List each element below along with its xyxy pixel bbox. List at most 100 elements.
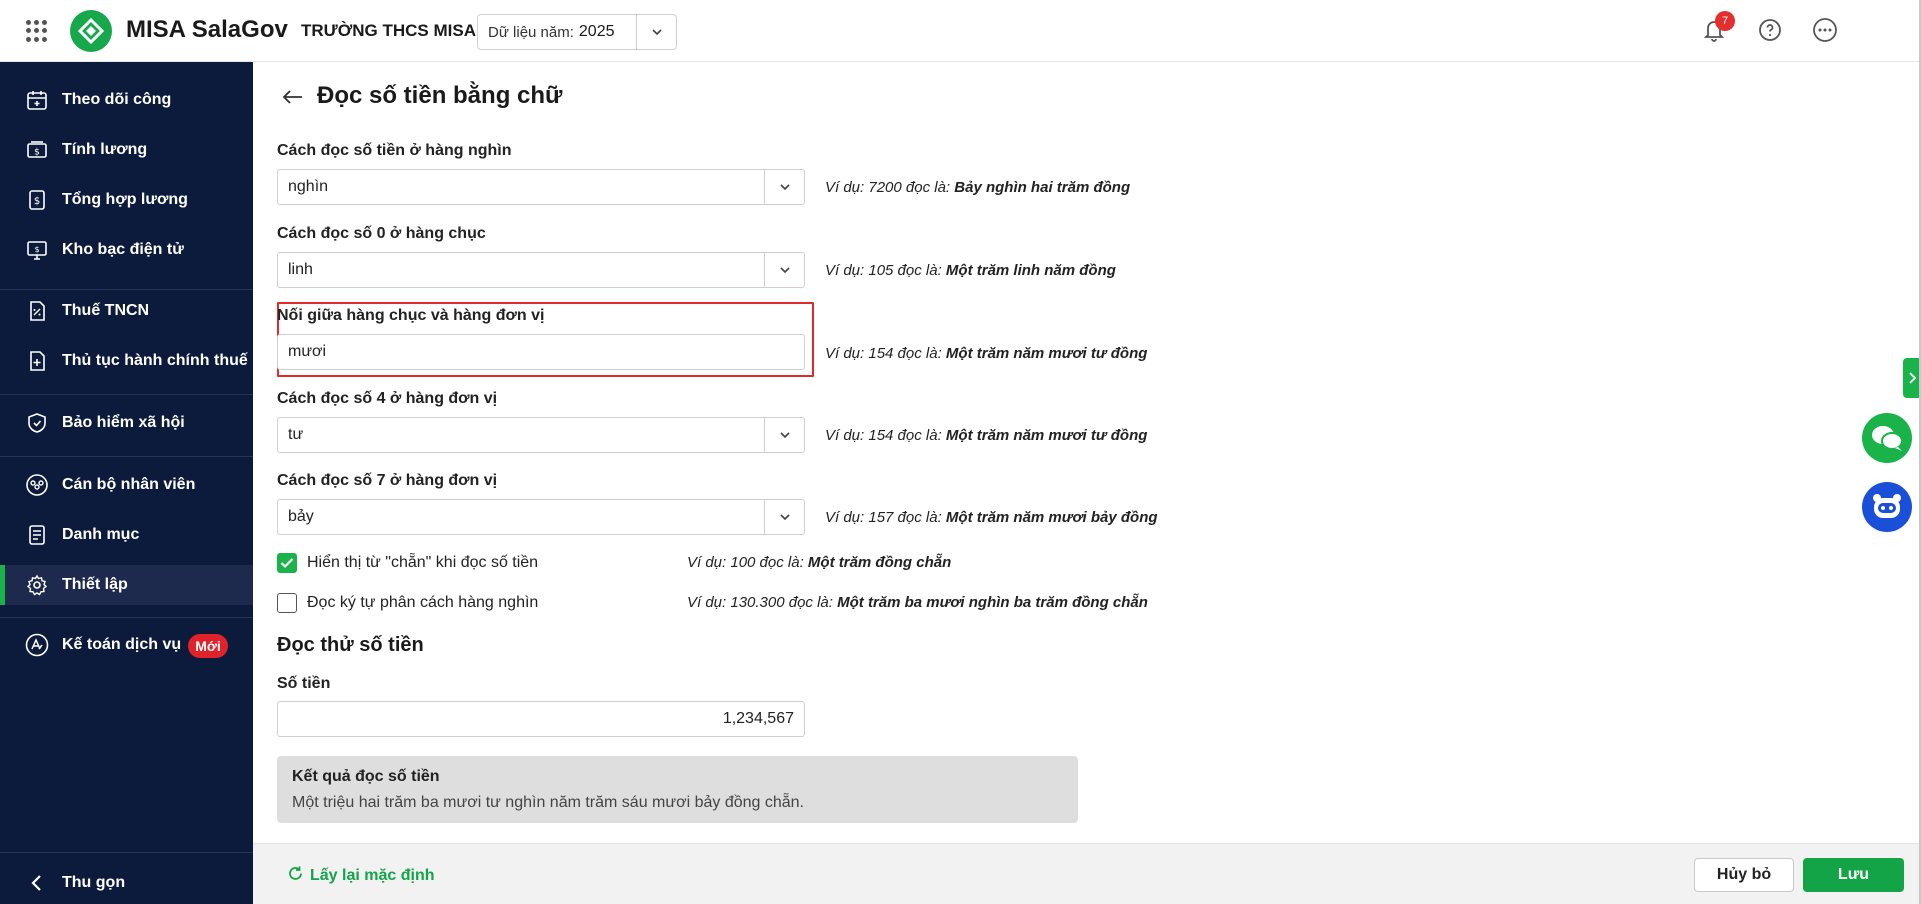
checkbox-checked-icon[interactable] (277, 553, 297, 573)
tens-units-joiner-input[interactable]: mươi (277, 334, 805, 370)
sidebar-item-tong-hop-luong[interactable]: $ Tổng hợp lương (0, 180, 253, 220)
people-icon (24, 472, 50, 498)
sidebar-item-label: Thủ tục hành chính thuế (62, 352, 248, 369)
page-title: Đọc số tiền bằng chữ (317, 82, 563, 109)
example-show-chan: Ví dụ: 100 đọc là: Một trăm đồng chẵn (687, 554, 951, 571)
example-result: Một trăm đồng chẵn (807, 554, 952, 571)
select-value: tư (288, 426, 304, 443)
chevron-down-icon (764, 500, 804, 534)
sidebar-item-label: Thuế TNCN (62, 302, 150, 319)
example-thousands: Ví dụ: 7200 đọc là: Bảy nghìn hai trăm đ… (825, 179, 1130, 196)
amount-label: Số tiền (277, 675, 331, 692)
input-value: mươi (288, 343, 327, 360)
notification-badge: 7 (1715, 11, 1735, 31)
chevron-right-icon (1909, 372, 1916, 384)
sidebar-item-thiet-lap[interactable]: Thiết lập (0, 565, 253, 605)
svg-text:$: $ (34, 148, 40, 158)
checkbox-label: Hiển thị từ "chẵn" khi đọc số tiền (307, 554, 539, 571)
footer-bar: Lấy lại mặc định Hủy bỏ Lưu (253, 843, 1921, 904)
chevron-down-icon (636, 15, 676, 49)
help-icon[interactable] (1755, 15, 1785, 45)
monitor-money-icon: $ (24, 237, 50, 263)
sidebar-collapse-button[interactable]: Thu gọn (0, 863, 253, 903)
document-plus-icon (24, 348, 50, 374)
zero-tens-select[interactable]: linh (277, 252, 805, 288)
example-seven-units: Ví dụ: 157 đọc là: Một trăm năm mươi bảy… (825, 509, 1158, 526)
select-value: linh (288, 261, 313, 278)
accounting-icon (24, 632, 50, 658)
sidebar-item-tinh-luong[interactable]: $ Tính lương (0, 130, 253, 170)
amount-input[interactable]: 1,234,567 (277, 701, 805, 737)
chevron-down-icon (764, 418, 804, 452)
example-result: Một trăm năm mươi tư đồng (945, 345, 1148, 362)
assistant-bot-button[interactable] (1862, 482, 1912, 532)
chat-button[interactable] (1862, 413, 1912, 463)
chevron-down-icon (764, 253, 804, 287)
year-select-value: 2025 (578, 23, 615, 40)
top-bar: MISA SalaGov TRƯỜNG THCS MISA Dữ liệu nă… (0, 0, 1921, 62)
select-value: nghìn (288, 178, 329, 195)
example-result: Một trăm ba mươi nghìn ba trăm đồng chẵn (837, 594, 1148, 611)
sidebar-item-ke-toan-dich-vu[interactable]: Kế toán dịch vụ Mới (0, 625, 253, 665)
sidebar-item-danh-muc[interactable]: Danh mục (0, 515, 253, 555)
example-prefix: Ví dụ: 100 đọc là: (687, 554, 804, 571)
sidebar-item-theo-doi-cong[interactable]: Theo dõi công (0, 80, 253, 120)
thousands-reading-select[interactable]: nghìn (277, 169, 805, 205)
sidebar-item-label: Kế toán dịch vụ (62, 636, 182, 653)
sidebar-item-label: Cán bộ nhân viên (62, 476, 196, 493)
sidebar-divider (0, 394, 253, 395)
chevron-down-icon (764, 170, 804, 204)
example-prefix: Ví dụ: 130.300 đọc là: (687, 594, 833, 611)
refresh-icon (287, 865, 304, 887)
main-content: Đọc số tiền bằng chữ Cách đọc số tiền ở … (253, 62, 1903, 843)
amount-value: 1,234,567 (722, 710, 794, 727)
cancel-button[interactable]: Hủy bỏ (1694, 858, 1794, 892)
document-money-icon: $ (24, 187, 50, 213)
seven-units-select[interactable]: bảy (277, 499, 805, 535)
checkbox-label: Đọc ký tự phân cách hàng nghìn (307, 594, 539, 611)
year-select-label: Dữ liệu năm: (488, 23, 574, 41)
more-options-icon[interactable] (1810, 15, 1840, 45)
example-zero-tens: Ví dụ: 105 đọc là: Một trăm linh năm đồn… (825, 262, 1116, 279)
field-label-thousands: Cách đọc số tiền ở hàng nghìn (277, 142, 512, 159)
svg-text:$: $ (34, 196, 40, 207)
svg-text:$: $ (34, 245, 39, 254)
field-label-seven-units: Cách đọc số 7 ở hàng đơn vị (277, 472, 498, 489)
four-units-select[interactable]: tư (277, 417, 805, 453)
back-arrow-icon[interactable] (279, 84, 305, 110)
example-result: Một trăm năm mươi tư đồng (945, 427, 1148, 444)
sidebar-item-label: Theo dõi công (62, 91, 172, 108)
reset-default-link[interactable]: Lấy lại mặc định (287, 865, 434, 887)
shield-icon (24, 410, 50, 436)
sidebar-item-thue-tncn[interactable]: Thuế TNCN (0, 291, 253, 331)
sidebar-item-bao-hiem-xa-hoi[interactable]: Bảo hiểm xã hội (0, 403, 253, 443)
logo-mark-icon (78, 18, 104, 44)
sidebar-item-can-bo-nhan-vien[interactable]: Cán bộ nhân viên (0, 465, 253, 505)
organization-name: TRƯỜNG THCS MISA (301, 21, 476, 40)
robot-icon (1873, 494, 1901, 518)
show-chan-checkbox[interactable]: Hiển thị từ "chẵn" khi đọc số tiền (277, 552, 538, 574)
sidebar-item-kho-bac-dien-tu[interactable]: $ Kho bạc điện tử (0, 230, 253, 270)
sidebar-item-label: Danh mục (62, 526, 140, 543)
example-prefix: Ví dụ: 154 đọc là: (825, 427, 942, 444)
select-value: bảy (288, 508, 314, 525)
save-button[interactable]: Lưu (1803, 858, 1904, 892)
thousands-separator-checkbox[interactable]: Đọc ký tự phân cách hàng nghìn (277, 592, 538, 614)
example-prefix: Ví dụ: 157 đọc là: (825, 509, 942, 526)
sidebar-divider (0, 852, 253, 853)
sidebar-item-label: Bảo hiểm xã hội (62, 414, 185, 431)
field-label-tens-units-joiner: Nối giữa hàng chục và hàng đơn vị (277, 307, 545, 324)
list-icon (24, 522, 50, 548)
checkbox-unchecked-icon[interactable] (277, 593, 297, 613)
year-select[interactable]: Dữ liệu năm: 2025 (477, 14, 677, 50)
example-tens-units-joiner: Ví dụ: 154 đọc là: Một trăm năm mươi tư … (825, 345, 1147, 362)
new-badge: Mới (188, 634, 228, 658)
app-title: MISA SalaGov (126, 16, 288, 43)
sidebar-collapse-label: Thu gọn (62, 874, 126, 891)
sidebar-item-label: Kho bạc điện tử (62, 241, 184, 258)
reset-default-label: Lấy lại mặc định (310, 867, 435, 884)
sidebar-item-thu-tuc-hanh-chinh-thue[interactable]: Thủ tục hành chính thuế (0, 341, 253, 381)
result-box: Kết quả đọc số tiền Một triệu hai trăm b… (277, 756, 1078, 823)
sidebar-item-label: Tính lương (62, 141, 148, 158)
apps-grid-icon[interactable] (26, 20, 48, 42)
